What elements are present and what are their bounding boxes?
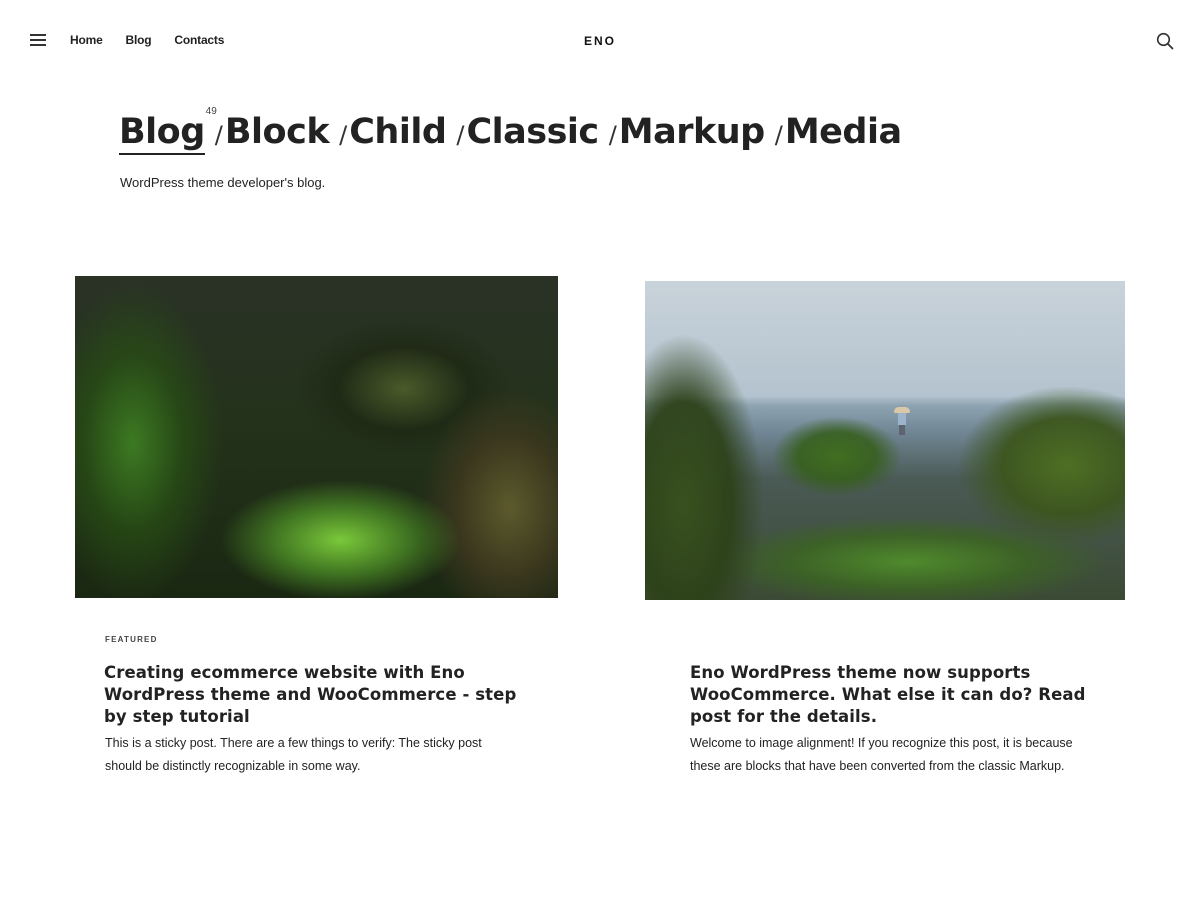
separator: / <box>774 121 783 149</box>
crumb-child[interactable]: Child <box>349 112 447 152</box>
nav-blog-link[interactable]: Blog <box>126 33 152 47</box>
post-excerpt: Welcome to image alignment! If you recog… <box>690 736 1073 773</box>
featured-badge: FEATURED <box>105 635 158 644</box>
post-title-link[interactable]: Eno WordPress theme now supports WooComm… <box>690 662 1130 728</box>
nav-contacts-link[interactable]: Contacts <box>174 33 224 47</box>
main-nav: Home Blog Contacts <box>70 33 224 47</box>
crumb-markup[interactable]: Markup <box>619 112 765 152</box>
nav-home-link[interactable]: Home <box>70 33 103 47</box>
hamburger-menu-icon[interactable] <box>30 34 46 47</box>
site-tagline: WordPress theme developer's blog. <box>120 175 326 190</box>
separator: / <box>339 121 348 149</box>
separator: / <box>456 121 465 149</box>
crumb-blog[interactable]: Blog 49 <box>119 106 217 155</box>
crumb-classic[interactable]: Classic <box>466 112 599 152</box>
post-count: 49 <box>205 106 217 117</box>
separator: / <box>608 121 617 149</box>
site-header: Home Blog Contacts ENO <box>0 0 1200 82</box>
search-icon[interactable] <box>1156 32 1174 50</box>
category-breadcrumb: Blog 49 / Block / Child / Classic / Marku… <box>119 106 902 155</box>
post-excerpt: This is a sticky post. There are a few t… <box>105 736 482 773</box>
person-figure <box>894 407 910 435</box>
post-title-link[interactable]: Creating ecommerce website with Eno Word… <box>104 662 524 728</box>
separator: / <box>214 121 223 149</box>
crumb-block[interactable]: Block <box>225 112 330 152</box>
post-thumbnail-mossy-rocks[interactable] <box>75 276 558 598</box>
crumb-media[interactable]: Media <box>785 112 902 152</box>
crumb-blog-label: Blog <box>119 112 205 152</box>
post-thumbnail-coastal-rocks[interactable] <box>645 281 1125 600</box>
